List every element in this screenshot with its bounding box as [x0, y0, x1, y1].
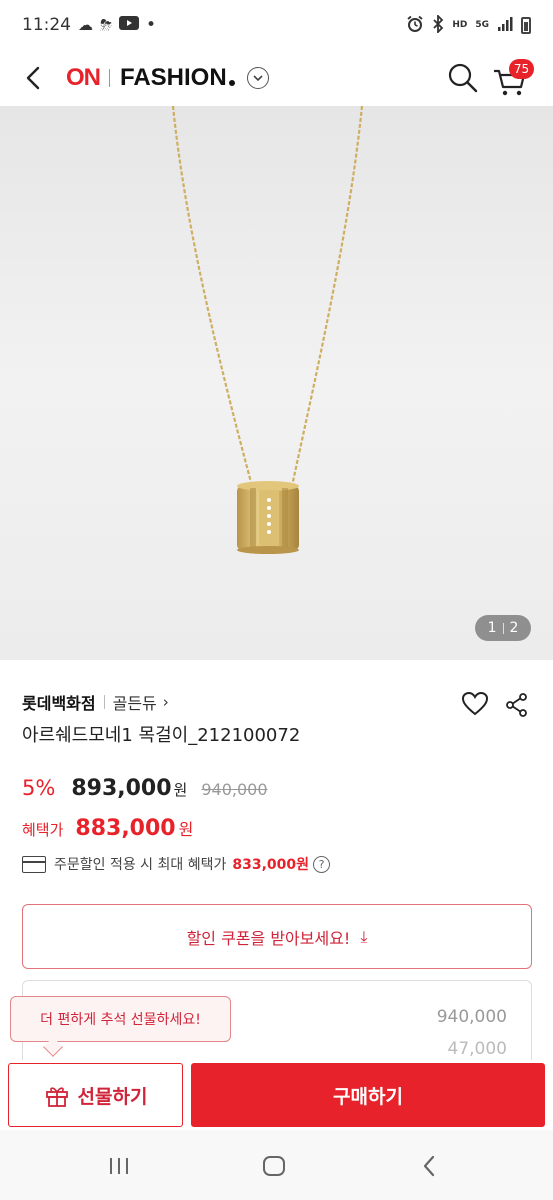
- home-icon: [263, 1156, 285, 1176]
- brand-row[interactable]: 롯데백화점 골든듀 ›: [22, 690, 169, 714]
- system-nav-bar: [0, 1130, 553, 1200]
- product-image: [171, 106, 364, 554]
- chevron-left-icon: [26, 66, 40, 90]
- download-icon: ⤓: [360, 926, 368, 946]
- logo-dot: [228, 80, 235, 86]
- max-benefit-row: 주문할인 적용 시 최대 혜택가 833,000원 ?: [22, 854, 331, 874]
- battery-icon: [521, 16, 531, 34]
- hd-voice-icon: HD: [452, 19, 468, 30]
- back-arrow-icon: [423, 1155, 435, 1177]
- benefit-price-row: 혜택가 883,000 원: [22, 816, 193, 841]
- credit-card-icon: [22, 855, 46, 873]
- mall-switch-button[interactable]: [246, 67, 269, 89]
- max-benefit-price: 833,000원: [232, 857, 310, 873]
- share-icon: [506, 693, 527, 717]
- currency-unit: 원: [173, 781, 188, 799]
- original-price: 940,000: [201, 780, 268, 799]
- sale-price: 893,000: [71, 776, 172, 801]
- gift-promo-tooltip: 더 편하게 추석 선물하세요!: [10, 996, 231, 1042]
- gift-button[interactable]: 선물하기: [8, 1063, 183, 1127]
- discount-rate: 5%: [22, 776, 56, 800]
- status-right: HD 5G: [406, 13, 531, 36]
- alarm-icon: [406, 15, 424, 36]
- benefit-currency-unit: 원: [178, 820, 194, 839]
- price-detail-original: 940,000: [436, 1007, 507, 1027]
- chevron-right-icon: ›: [162, 693, 169, 711]
- logo-on-text: ON: [66, 64, 101, 91]
- product-detail-page: 11:24 ☁ ⛈ • HD 5G ON FASHION 75 1 2 롯데백화…: [0, 0, 553, 1200]
- gift-label: 선물하기: [77, 1085, 148, 1108]
- logo-fashion-text: FASHION: [120, 64, 227, 91]
- wishlist-button[interactable]: [461, 690, 489, 718]
- recent-apps-button[interactable]: [106, 1156, 132, 1176]
- system-back-button[interactable]: [420, 1154, 438, 1178]
- status-time: 11:24: [22, 15, 71, 35]
- max-benefit-text: 주문할인 적용 시 최대 혜택가: [54, 857, 227, 873]
- logo-divider: [109, 69, 110, 87]
- app-header: ON FASHION 75: [0, 50, 553, 106]
- status-left: 11:24 ☁ ⛈ •: [22, 15, 156, 35]
- pager-current: 1: [487, 620, 497, 636]
- coupon-label: 할인 쿠폰을 받아보세요!: [186, 928, 351, 948]
- search-button[interactable]: [444, 59, 482, 97]
- home-button[interactable]: [262, 1155, 286, 1177]
- pager-total: 2: [509, 620, 519, 636]
- heart-icon: [461, 691, 489, 716]
- benefit-price: 883,000: [75, 816, 176, 841]
- brand-logo[interactable]: ON FASHION: [66, 60, 269, 96]
- pager-divider: [502, 622, 504, 634]
- brand-link[interactable]: 골든듀: [113, 690, 157, 714]
- tooltip-text: 더 편하게 추석 선물하세요!: [40, 1012, 201, 1028]
- status-bar: 11:24 ☁ ⛈ • HD 5G: [0, 0, 553, 50]
- benefit-label: 혜택가: [22, 821, 64, 839]
- buy-button[interactable]: 구매하기: [191, 1063, 545, 1127]
- back-button[interactable]: [18, 60, 52, 96]
- status-dot: •: [146, 15, 157, 35]
- help-icon[interactable]: ?: [313, 855, 331, 873]
- price-row: 5% 893,000 원 940,000: [22, 776, 268, 801]
- weather-icon: ⛈: [100, 15, 113, 34]
- cart-count-badge: 75: [509, 59, 534, 79]
- store-name: 롯데백화점: [22, 694, 96, 713]
- bluetooth-icon: [432, 13, 444, 36]
- brand-divider: [103, 695, 105, 709]
- chevron-down-icon: [253, 75, 263, 82]
- youtube-icon: [119, 15, 140, 35]
- 5g-icon: 5G: [475, 19, 489, 30]
- pendant: [237, 481, 299, 554]
- share-button[interactable]: [504, 692, 530, 718]
- cloud-icon: ☁: [78, 15, 93, 34]
- coupon-download-button[interactable]: 할인 쿠폰을 받아보세요! ⤓: [22, 904, 532, 969]
- product-image-gallery[interactable]: 1 2: [0, 106, 553, 660]
- bottom-action-bar: 선물하기 구매하기: [0, 1060, 553, 1130]
- product-title: 아르쉐드모네1 목걸이_212100072: [22, 725, 301, 746]
- cart-button[interactable]: 75: [490, 59, 536, 99]
- buy-label: 구매하기: [333, 1085, 403, 1108]
- recent-apps-icon: [110, 1158, 128, 1174]
- image-pager: 1 2: [475, 615, 531, 641]
- signal-icon: [497, 16, 513, 35]
- gift-icon: [45, 1087, 68, 1107]
- price-detail-discount: 47,000: [447, 1039, 507, 1059]
- search-icon: [448, 63, 478, 93]
